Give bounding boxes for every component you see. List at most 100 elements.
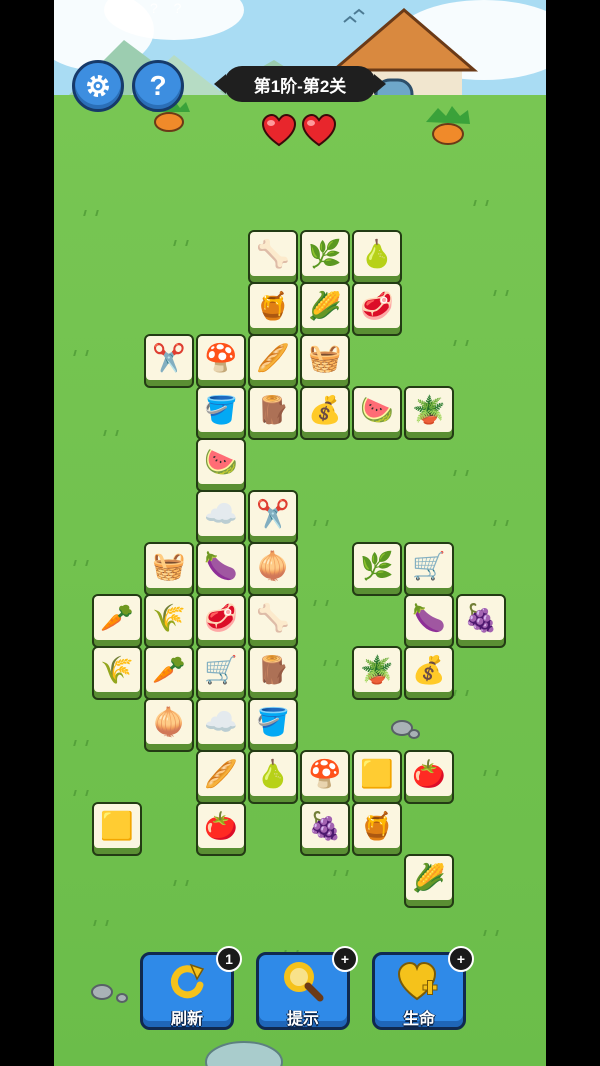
tile-seed-bag[interactable]: 💰 (300, 386, 350, 440)
bucket-icon: 🪣 (198, 388, 244, 432)
logs-icon: 🪵 (250, 648, 296, 692)
seed-bag-icon: 💰 (406, 648, 452, 692)
rock-icon (91, 984, 128, 1003)
tile-tomato[interactable]: 🍅 (404, 750, 454, 804)
tile-hay-bale[interactable]: 🟨 (92, 802, 142, 856)
tile-bucket[interactable]: 🪣 (196, 386, 246, 440)
rock-icon (391, 720, 420, 739)
tile-mushroom[interactable]: 🍄 (300, 750, 350, 804)
tile-grapes[interactable]: 🍇 (300, 802, 350, 856)
carrot-icon: 🥕 (94, 596, 140, 640)
grass-icon: 🌿 (302, 232, 348, 276)
tile-hay-bale[interactable]: 🟨 (352, 750, 402, 804)
refresh-button[interactable]: 刷新 1 (140, 946, 242, 1030)
tile-wheat[interactable]: 🌾 (144, 594, 194, 648)
bush-icon (205, 1041, 283, 1066)
tile-scissors[interactable]: ✂️ (248, 490, 298, 544)
tile-cotton[interactable]: ☁️ (196, 490, 246, 544)
logs-icon: 🪵 (250, 388, 296, 432)
life-add-badge: + (448, 946, 474, 972)
wheelbarrow-icon: 🛒 (198, 648, 244, 692)
corn-icon: 🌽 (406, 856, 452, 900)
wheelbarrow-icon: 🛒 (406, 544, 452, 588)
pear-icon: 🍐 (250, 752, 296, 796)
meat-icon: 🥩 (198, 596, 244, 640)
tile-bread[interactable]: 🥖 (196, 750, 246, 804)
refresh-count-badge: 1 (216, 946, 242, 972)
eggplant-icon: 🍆 (406, 596, 452, 640)
tile-onion[interactable]: 🧅 (144, 698, 194, 752)
tile-onion[interactable]: 🧅 (248, 542, 298, 596)
pear-icon: 🍐 (354, 232, 400, 276)
tile-scissors[interactable]: ✂️ (144, 334, 194, 388)
tile-seed-bag[interactable]: 💰 (404, 646, 454, 700)
basket-icon: 🧺 (146, 544, 192, 588)
tile-basket[interactable]: 🧺 (300, 334, 350, 388)
tile-eggplant[interactable]: 🍆 (196, 542, 246, 596)
tile-pear[interactable]: 🍐 (352, 230, 402, 284)
tile-pear[interactable]: 🍐 (248, 750, 298, 804)
bread-icon: 🥖 (198, 752, 244, 796)
onion-icon: 🧅 (250, 544, 296, 588)
tile-bread[interactable]: 🥖 (248, 334, 298, 388)
seed-bag-icon: 💰 (302, 388, 348, 432)
hint-button[interactable]: 提示 + (256, 946, 358, 1030)
tile-watermelon[interactable]: 🍉 (352, 386, 402, 440)
tile-bone[interactable]: 🦴 (248, 594, 298, 648)
refresh-label: 刷新 (170, 1011, 203, 1028)
tile-wheelbarrow[interactable]: 🛒 (196, 646, 246, 700)
tile-meat[interactable]: 🥩 (196, 594, 246, 648)
honeycomb-icon: 🍯 (250, 284, 296, 328)
potted-plant-icon: 🪴 (406, 388, 452, 432)
tile-honeycomb[interactable]: 🍯 (352, 802, 402, 856)
tile-wheat[interactable]: 🌾 (92, 646, 142, 700)
cotton-icon: ☁️ (198, 700, 244, 744)
carrot-icon: 🥕 (146, 648, 192, 692)
tile-meat[interactable]: 🥩 (352, 282, 402, 336)
tile-board: 🦴 🌿 🍐 🍯 🌽 🥩 ✂️ 🍄 🥖 🧺 🪣 🪵 💰 🍉 🪴 🍉 ☁️ ✂️ 🧺 🍆 🧅 🌿 🛒 🥕 🌾 🥩 🦴 🍆 🍇 🌾 🥕 🛒 🪵 🪴 💰 🧅 ☁… (54, 0, 546, 1066)
grass-icon: 🌿 (354, 544, 400, 588)
watermelon-icon: 🍉 (198, 440, 244, 484)
watermelon-icon: 🍉 (354, 388, 400, 432)
tile-tomato[interactable]: 🍅 (196, 802, 246, 856)
grapes-icon: 🍇 (302, 804, 348, 848)
tile-grass[interactable]: 🌿 (352, 542, 402, 596)
tile-bone[interactable]: 🦴 (248, 230, 298, 284)
life-label: 生命 (402, 1011, 435, 1028)
tile-grapes[interactable]: 🍇 (456, 594, 506, 648)
eggplant-icon: 🍆 (198, 544, 244, 588)
tomato-icon: 🍅 (198, 804, 244, 848)
tile-cotton[interactable]: ☁️ (196, 698, 246, 752)
tile-honeycomb[interactable]: 🍯 (248, 282, 298, 336)
hint-label: 提示 (286, 1011, 319, 1028)
scissors-icon: ✂️ (250, 492, 296, 536)
tile-bucket[interactable]: 🪣 (248, 698, 298, 752)
scissors-icon: ✂️ (146, 336, 192, 380)
tile-corn[interactable]: 🌽 (300, 282, 350, 336)
tile-grass[interactable]: 🌿 (300, 230, 350, 284)
bread-icon: 🥖 (250, 336, 296, 380)
bucket-icon: 🪣 (250, 700, 296, 744)
tile-logs[interactable]: 🪵 (248, 386, 298, 440)
life-button[interactable]: 生命 + (372, 946, 474, 1030)
tile-corn[interactable]: 🌽 (404, 854, 454, 908)
tile-logs[interactable]: 🪵 (248, 646, 298, 700)
basket-icon: 🧺 (302, 336, 348, 380)
tile-wheelbarrow[interactable]: 🛒 (404, 542, 454, 596)
tile-eggplant[interactable]: 🍆 (404, 594, 454, 648)
bone-icon: 🦴 (250, 232, 296, 276)
tile-mushroom[interactable]: 🍄 (196, 334, 246, 388)
tile-potted-plant[interactable]: 🪴 (404, 386, 454, 440)
hint-add-badge: + (332, 946, 358, 972)
tile-basket[interactable]: 🧺 (144, 542, 194, 596)
meat-icon: 🥩 (354, 284, 400, 328)
tile-watermelon[interactable]: 🍉 (196, 438, 246, 492)
hay-bale-icon: 🟨 (94, 804, 140, 848)
grapes-icon: 🍇 (458, 596, 504, 640)
tile-potted-plant[interactable]: 🪴 (352, 646, 402, 700)
mushroom-icon: 🍄 (302, 752, 348, 796)
tomato-icon: 🍅 (406, 752, 452, 796)
potted-plant-icon: 🪴 (354, 648, 400, 692)
tile-carrot[interactable]: 🥕 (144, 646, 194, 700)
tile-carrot[interactable]: 🥕 (92, 594, 142, 648)
